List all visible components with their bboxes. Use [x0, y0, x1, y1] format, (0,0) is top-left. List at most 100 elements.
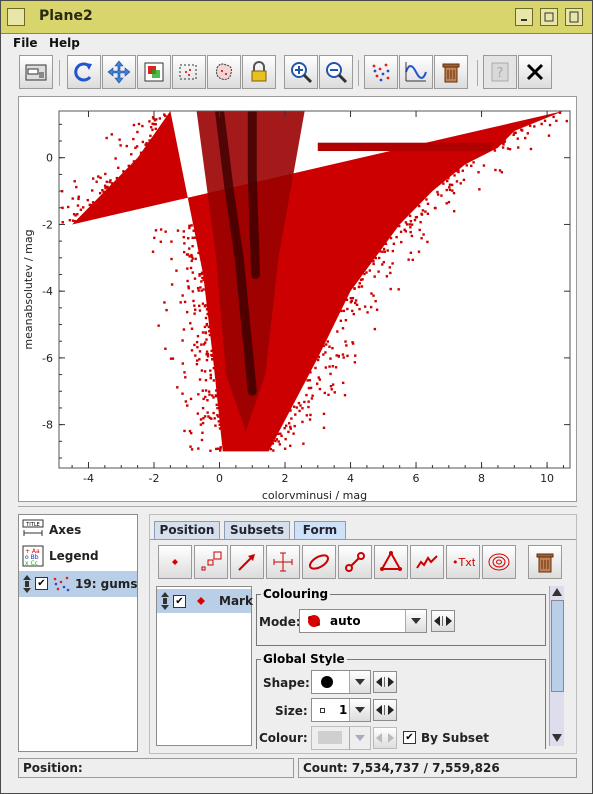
- layer-visible-checkbox[interactable]: ✔: [35, 577, 48, 590]
- menu-file[interactable]: File: [13, 36, 38, 50]
- colour-select[interactable]: [311, 726, 371, 750]
- replot-button[interactable]: [67, 55, 101, 89]
- add-line-button[interactable]: [410, 545, 444, 579]
- rescale-button[interactable]: [137, 55, 171, 89]
- scroll-down-icon[interactable]: [552, 734, 562, 742]
- chevron-down-icon: [355, 679, 365, 685]
- data-point: [353, 287, 356, 290]
- add-scatter-layer-button[interactable]: [364, 55, 398, 89]
- add-link-button[interactable]: [338, 545, 372, 579]
- add-errors-button[interactable]: [266, 545, 300, 579]
- subset-draw-button[interactable]: [207, 55, 241, 89]
- data-point: [194, 257, 197, 261]
- size-select[interactable]: 1: [311, 698, 371, 722]
- minimize-button[interactable]: [515, 8, 533, 26]
- data-point: [104, 172, 107, 176]
- data-point: [219, 447, 222, 451]
- window-tool-button[interactable]: [19, 55, 53, 89]
- data-point: [357, 285, 361, 289]
- pan-button[interactable]: [102, 55, 136, 89]
- by-subset-checkbox[interactable]: ✔: [403, 731, 416, 744]
- scroll-up-icon[interactable]: [552, 588, 562, 596]
- delete-layer-button[interactable]: [434, 55, 468, 89]
- add-mark-button[interactable]: [158, 545, 192, 579]
- data-point: [209, 376, 213, 379]
- form-scrollbar[interactable]: [549, 586, 564, 746]
- close-window-button[interactable]: [565, 8, 583, 26]
- tab-subsets[interactable]: Subsets: [224, 521, 290, 539]
- form-layer-item[interactable]: ✔ Mark: [157, 589, 253, 613]
- mark-visible-checkbox[interactable]: ✔: [173, 595, 186, 608]
- window-menu-button[interactable]: [7, 8, 25, 26]
- data-point: [342, 309, 346, 313]
- data-point: [182, 250, 186, 254]
- data-point: [372, 262, 375, 266]
- mode-stepper[interactable]: [431, 610, 455, 632]
- data-point: [280, 434, 283, 438]
- size-stepper[interactable]: [373, 699, 397, 721]
- split-divider[interactable]: [18, 506, 577, 510]
- mode-dropdown-arrow[interactable]: [405, 610, 426, 632]
- zoom-out-button[interactable]: [319, 55, 353, 89]
- data-point: [526, 132, 530, 135]
- x-axis-label: colorvminusi / mag: [262, 489, 367, 501]
- add-size-button[interactable]: [194, 545, 228, 579]
- add-polygon-button[interactable]: [374, 545, 408, 579]
- data-point: [139, 151, 143, 154]
- tab-position[interactable]: Position: [154, 521, 220, 539]
- data-point: [358, 307, 361, 311]
- maximize-button[interactable]: [540, 8, 558, 26]
- add-contour-button[interactable]: [482, 545, 516, 579]
- data-point: [209, 369, 212, 372]
- lock-button[interactable]: [242, 55, 276, 89]
- remove-form-button[interactable]: [528, 545, 562, 579]
- list-item-axes[interactable]: TITLE Axes: [19, 517, 137, 543]
- data-point: [385, 275, 389, 278]
- y-tick-label: 0: [46, 152, 53, 165]
- data-point: [290, 417, 293, 420]
- zoom-box-button[interactable]: [172, 55, 206, 89]
- scroll-thumb[interactable]: [551, 600, 564, 692]
- data-point: [186, 267, 189, 270]
- data-point: [115, 176, 119, 180]
- colour-stepper[interactable]: [373, 727, 397, 749]
- data-point: [375, 308, 379, 311]
- data-point: [341, 327, 345, 330]
- add-ellipse-button[interactable]: [302, 545, 336, 579]
- add-label-button[interactable]: •Txt: [446, 545, 480, 579]
- list-item-layer[interactable]: ✔ 19: gums: [19, 571, 137, 597]
- help-button[interactable]: ?: [483, 55, 517, 89]
- data-point: [318, 378, 322, 381]
- shape-stepper[interactable]: [373, 671, 397, 693]
- data-point: [195, 340, 199, 344]
- line-trace-icon: [416, 555, 438, 569]
- data-point: [516, 146, 520, 149]
- shape-select[interactable]: [311, 670, 371, 694]
- tab-form[interactable]: Form: [294, 521, 346, 539]
- add-vector-button[interactable]: [230, 545, 264, 579]
- data-point: [198, 304, 201, 308]
- mode-select[interactable]: auto: [299, 609, 427, 633]
- list-item-legend[interactable]: + Aa o Bb x Cc Legend: [19, 543, 137, 569]
- drag-handle-icon[interactable]: [22, 575, 32, 593]
- colour-dropdown-arrow[interactable]: [349, 727, 370, 749]
- menu-help[interactable]: Help: [49, 36, 80, 50]
- x-tick-label: -2: [149, 472, 160, 485]
- data-point: [210, 353, 213, 357]
- add-function-layer-button[interactable]: [399, 55, 433, 89]
- close-button[interactable]: [518, 55, 552, 89]
- shape-dropdown-arrow[interactable]: [349, 671, 370, 693]
- data-point: [207, 390, 211, 393]
- scatter-plot[interactable]: -4 -2 0 2 4 6 8 10 0 -2 -4 -6 -8 colorvminusi / mag me…: [19, 97, 576, 502]
- data-point: [191, 236, 194, 240]
- plot-area[interactable]: -4 -2 0 2 4 6 8 10 0 -2 -4 -6 -8 colorvminusi / mag me…: [18, 96, 577, 502]
- x-tick-label: 10: [540, 472, 554, 485]
- data-point: [212, 379, 216, 382]
- data-point: [190, 255, 194, 258]
- size-dropdown-arrow[interactable]: [349, 699, 370, 721]
- zoom-in-button[interactable]: [284, 55, 318, 89]
- data-point: [198, 378, 202, 381]
- window-title: Plane2: [39, 8, 93, 24]
- drag-handle-icon[interactable]: [160, 592, 170, 610]
- data-point: [426, 240, 429, 244]
